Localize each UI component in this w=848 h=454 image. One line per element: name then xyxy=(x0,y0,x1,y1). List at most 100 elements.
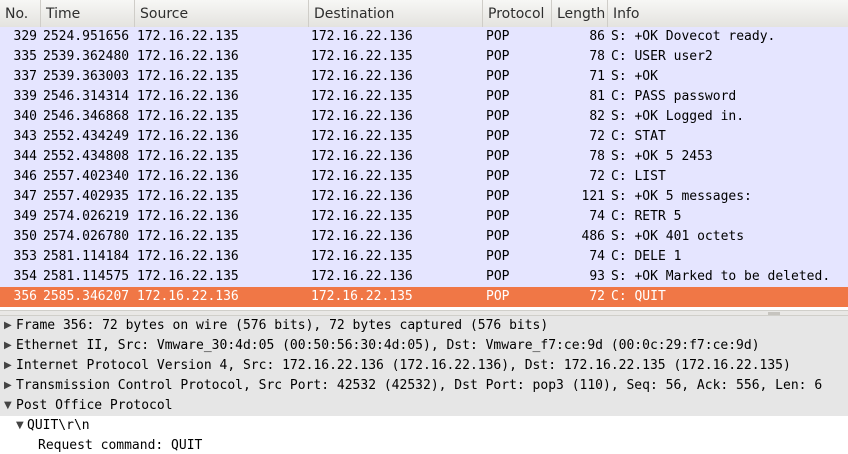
cell-protocol: POP xyxy=(486,249,510,264)
cell-info: S: +OK Logged in. xyxy=(611,109,745,124)
cell-length: 71 xyxy=(589,69,605,84)
collapse-triangle-icon[interactable]: ▶ xyxy=(4,316,12,336)
cell-protocol: POP xyxy=(486,29,510,44)
cell-protocol: POP xyxy=(486,49,510,64)
cell-time: 2557.402340 xyxy=(43,169,130,184)
cell-destination: 172.16.22.135 xyxy=(311,209,413,224)
cell-source: 172.16.22.136 xyxy=(137,249,239,264)
packet-row[interactable]: 353 2581.114184 172.16.22.136 172.16.22.135… xyxy=(0,247,848,267)
column-header-source[interactable]: Source xyxy=(135,0,309,27)
cell-info: S: +OK 5 2453 xyxy=(611,149,713,164)
cell-no: 349 xyxy=(13,209,37,224)
cell-no: 347 xyxy=(13,189,37,204)
packet-row[interactable]: 344 2552.434808 172.16.22.135 172.16.22.136… xyxy=(0,147,848,167)
scrollbar-grip[interactable] xyxy=(768,312,780,315)
cell-time: 2574.026780 xyxy=(43,229,130,244)
cell-no: 339 xyxy=(13,89,37,104)
cell-source: 172.16.22.136 xyxy=(137,129,239,144)
cell-protocol: POP xyxy=(486,129,510,144)
column-header-time[interactable]: Time xyxy=(41,0,135,27)
cell-destination: 172.16.22.135 xyxy=(311,89,413,104)
detail-text: Ethernet II, Src: Vmware_30:4d:05 (00:50… xyxy=(16,338,760,353)
packet-row[interactable]: 343 2552.434249 172.16.22.136 172.16.22.135… xyxy=(0,127,848,147)
column-header-info[interactable]: Info xyxy=(608,0,848,27)
packet-row[interactable]: 347 2557.402935 172.16.22.135 172.16.22.136… xyxy=(0,187,848,207)
cell-no: 353 xyxy=(13,249,37,264)
packet-row[interactable]: 346 2557.402340 172.16.22.136 172.16.22.135… xyxy=(0,167,848,187)
cell-no: 346 xyxy=(13,169,37,184)
packet-row[interactable]: 329 2524.951656 172.16.22.135 172.16.22.136… xyxy=(0,27,848,47)
cell-time: 2546.346868 xyxy=(43,109,130,124)
cell-source: 172.16.22.135 xyxy=(137,149,239,164)
cell-destination: 172.16.22.136 xyxy=(311,109,413,124)
cell-time: 2539.363003 xyxy=(43,69,130,84)
cell-no: 344 xyxy=(13,149,37,164)
column-header-destination[interactable]: Destination xyxy=(309,0,483,27)
packet-row-selected[interactable]: 356 2585.346207 172.16.22.136 172.16.22.135… xyxy=(0,287,848,307)
packet-row[interactable]: 354 2581.114575 172.16.22.135 172.16.22.136… xyxy=(0,267,848,287)
detail-text: Transmission Control Protocol, Src Port:… xyxy=(16,378,823,393)
collapse-triangle-icon[interactable]: ▶ xyxy=(4,336,12,356)
packet-row[interactable]: 340 2546.346868 172.16.22.135 172.16.22.136… xyxy=(0,107,848,127)
detail-text: QUIT\r\n xyxy=(27,418,90,433)
cell-destination: 172.16.22.136 xyxy=(311,189,413,204)
detail-tree-item[interactable]: ▶ Internet Protocol Version 4, Src: 172.1… xyxy=(0,356,848,376)
detail-tree-item[interactable]: ▶ Transmission Control Protocol, Src Port… xyxy=(0,376,848,396)
cell-info: S: +OK 5 messages: xyxy=(611,189,752,204)
collapse-triangle-icon[interactable]: ▶ xyxy=(4,376,12,396)
cell-no: 356 xyxy=(13,289,37,304)
cell-length: 72 xyxy=(589,169,605,184)
packet-details-pane: ▶ Frame 356: 72 bytes on wire (576 bits),… xyxy=(0,316,848,454)
cell-time: 2552.434808 xyxy=(43,149,130,164)
cell-source: 172.16.22.135 xyxy=(137,29,239,44)
cell-no: 329 xyxy=(13,29,37,44)
cell-destination: 172.16.22.135 xyxy=(311,289,413,304)
cell-length: 82 xyxy=(589,109,605,124)
packet-row[interactable]: 337 2539.363003 172.16.22.135 172.16.22.136… xyxy=(0,67,848,87)
packet-row[interactable]: 335 2539.362480 172.16.22.136 172.16.22.135… xyxy=(0,47,848,67)
cell-time: 2574.026219 xyxy=(43,209,130,224)
column-header-length[interactable]: Length xyxy=(552,0,608,27)
cell-time: 2546.314314 xyxy=(43,89,130,104)
detail-tree-item[interactable]: Request command: QUIT xyxy=(0,436,848,454)
cell-time: 2552.434249 xyxy=(43,129,130,144)
cell-source: 172.16.22.136 xyxy=(137,89,239,104)
cell-length: 74 xyxy=(589,249,605,264)
cell-protocol: POP xyxy=(486,169,510,184)
cell-protocol: POP xyxy=(486,109,510,124)
cell-info: C: QUIT xyxy=(611,289,666,304)
cell-no: 340 xyxy=(13,109,37,124)
cell-source: 172.16.22.136 xyxy=(137,49,239,64)
detail-text: Internet Protocol Version 4, Src: 172.16… xyxy=(16,358,791,373)
cell-length: 72 xyxy=(589,129,605,144)
column-header-protocol[interactable]: Protocol xyxy=(483,0,552,27)
column-header-no[interactable]: No. xyxy=(0,0,41,27)
cell-destination: 172.16.22.135 xyxy=(311,169,413,184)
detail-tree-item[interactable]: ▶ Frame 356: 72 bytes on wire (576 bits),… xyxy=(0,316,848,336)
cell-no: 335 xyxy=(13,49,37,64)
cell-length: 93 xyxy=(589,269,605,284)
detail-tree-item[interactable]: ▼ Post Office Protocol xyxy=(0,396,848,416)
cell-source: 172.16.22.135 xyxy=(137,269,239,284)
packet-row[interactable]: 339 2546.314314 172.16.22.136 172.16.22.135… xyxy=(0,87,848,107)
cell-protocol: POP xyxy=(486,69,510,84)
cell-time: 2557.402935 xyxy=(43,189,130,204)
cell-time: 2539.362480 xyxy=(43,49,130,64)
collapse-triangle-icon[interactable]: ▶ xyxy=(4,356,12,376)
detail-tree-item[interactable]: ▼ QUIT\r\n xyxy=(0,416,848,436)
cell-info: C: LIST xyxy=(611,169,666,184)
cell-time: 2524.951656 xyxy=(43,29,130,44)
cell-length: 78 xyxy=(589,49,605,64)
detail-tree-item[interactable]: ▶ Ethernet II, Src: Vmware_30:4d:05 (00:5… xyxy=(0,336,848,356)
cell-destination: 172.16.22.136 xyxy=(311,29,413,44)
cell-length: 74 xyxy=(589,209,605,224)
expand-triangle-icon[interactable]: ▼ xyxy=(4,396,12,416)
detail-text: Frame 356: 72 bytes on wire (576 bits), … xyxy=(16,318,549,333)
expand-triangle-icon[interactable]: ▼ xyxy=(16,416,24,436)
cell-protocol: POP xyxy=(486,289,510,304)
cell-time: 2585.346207 xyxy=(43,289,130,304)
cell-info: C: USER user2 xyxy=(611,49,713,64)
cell-time: 2581.114184 xyxy=(43,249,130,264)
packet-row[interactable]: 350 2574.026780 172.16.22.135 172.16.22.136… xyxy=(0,227,848,247)
packet-row[interactable]: 349 2574.026219 172.16.22.136 172.16.22.135… xyxy=(0,207,848,227)
